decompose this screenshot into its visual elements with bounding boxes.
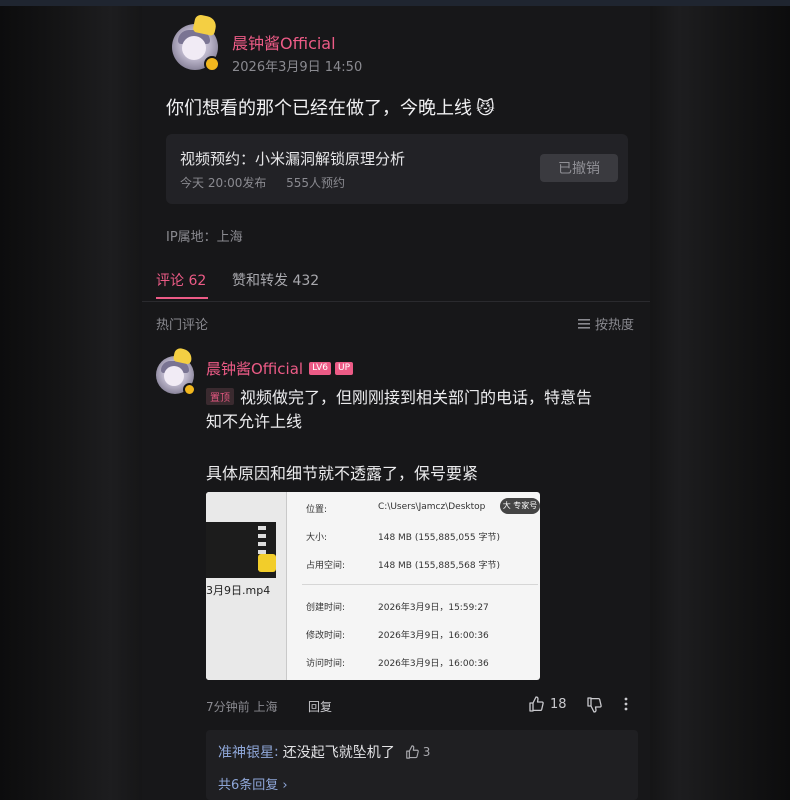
- watermark-text: 大 专家号: [502, 501, 538, 510]
- location-value: C:\Users\Jamcz\Desktop: [378, 502, 486, 512]
- thumbs-up-icon: [528, 696, 544, 712]
- thumbs-down-icon[interactable]: [586, 697, 602, 713]
- modified-label: 修改时间:: [306, 631, 346, 641]
- tab-likes-reposts[interactable]: 赞和转发 432: [232, 270, 319, 290]
- reply-thumbs-up-icon: [405, 745, 419, 759]
- post-text: 你们想看的那个已经在做了，今晚上线: [166, 98, 472, 119]
- post-author-name[interactable]: 晨钟酱Official: [232, 30, 336, 54]
- replies-box[interactable]: 准神银星 : 还没起飞就坠机了 3 共6条回复 ›: [206, 730, 638, 800]
- like-count: 18: [550, 696, 567, 712]
- video-file-icon: [258, 554, 276, 572]
- hot-comments-title: 热门评论: [156, 318, 209, 333]
- sort-lines-icon: [578, 318, 590, 329]
- comment-author-avatar[interactable]: [156, 347, 196, 396]
- created-label: 创建时间:: [306, 603, 346, 613]
- comment-text-line3: 具体原因和细节就不透露了，保号要紧: [206, 464, 479, 483]
- reservation-title: 视频预约：小米漏洞解锁原理分析: [180, 150, 406, 168]
- size-value: 148 MB (155,885,055 字节): [378, 533, 500, 543]
- video-reservation-card[interactable]: 视频预约：小米漏洞解锁原理分析 今天 20:00发布 555人预约 已撤销: [166, 134, 628, 204]
- reservation-meta: 今天 20:00发布 555人预约: [180, 174, 345, 191]
- comment-time-location: 7分钟前 上海: [206, 700, 278, 714]
- reservation-count: 555人预约: [286, 176, 345, 190]
- disk-size-value: 148 MB (155,885,568 字节): [378, 561, 500, 571]
- reply-like-count: 3: [422, 745, 431, 759]
- video-thumbnail-area: 3月9日.mp4: [206, 492, 286, 680]
- like-button[interactable]: 18: [528, 696, 567, 712]
- up-badge: UP: [335, 362, 354, 375]
- active-tab-indicator: [156, 297, 208, 299]
- reservation-time: 今天 20:00发布: [180, 176, 267, 190]
- properties-divider: [302, 584, 538, 585]
- reply-text: 还没起飞就坠机了: [282, 745, 395, 761]
- reply-author[interactable]: 准神银星: [218, 742, 274, 762]
- comment-line-1: 置顶 视频做完了，但刚刚接到相关部门的电话，特意告: [206, 384, 592, 408]
- post-screen: 晨钟酱Official 2026年3月9日 14:50 你们想看的那个已经在做了…: [142, 6, 650, 800]
- sort-by-hot-button[interactable]: 按热度: [578, 314, 634, 333]
- pinned-badge: 置顶: [206, 387, 234, 405]
- disk-size-label: 占用空间:: [306, 561, 346, 571]
- comment-author-name[interactable]: 晨钟酱Official: [206, 358, 303, 379]
- cancelled-button[interactable]: 已撤销: [540, 154, 618, 182]
- more-options-icon[interactable]: [624, 696, 628, 712]
- ip-location: IP属地：上海: [166, 230, 243, 245]
- size-label: 大小:: [306, 533, 328, 543]
- post-date: 2026年3月9日 14:50: [232, 60, 363, 75]
- author-avatar[interactable]: [172, 13, 220, 72]
- tabs-divider: [142, 301, 650, 302]
- sort-label: 按热度: [595, 318, 635, 333]
- modified-value: 2026年3月9日，16:00:36: [378, 631, 489, 641]
- panel-separator: [286, 492, 287, 680]
- file-properties-image[interactable]: 3月9日.mp4 位置: C:\Users\Jamcz\Desktop 大 专家…: [206, 492, 540, 680]
- created-value: 2026年3月9日，15:59:27: [378, 603, 489, 613]
- level-badge: LV6: [309, 362, 332, 375]
- location-label: 位置:: [306, 505, 328, 515]
- post-content: 你们想看的那个已经在做了，今晚上线 😼: [166, 94, 495, 120]
- video-filename: 3月9日.mp4: [206, 584, 271, 597]
- comment-text-line2: 知不允许上线: [206, 412, 303, 431]
- reply-button[interactable]: 回复: [308, 698, 332, 715]
- comment-text-line1: 视频做完了，但刚刚接到相关部门的电话，特意告: [240, 388, 593, 407]
- tab-comments[interactable]: 评论 62: [156, 270, 206, 290]
- watermark-badge: 大 专家号: [500, 498, 540, 514]
- accessed-label: 访问时间:: [306, 659, 346, 669]
- view-more-replies-link[interactable]: 共6条回复 ›: [218, 774, 288, 793]
- cat-emoji-icon: 😼: [476, 98, 495, 119]
- reply-like[interactable]: 3: [405, 745, 431, 759]
- accessed-value: 2026年3月9日，16:00:36: [378, 659, 489, 669]
- comment-author-row: 晨钟酱Official LV6 UP: [206, 358, 354, 379]
- reply-row: 准神银星 : 还没起飞就坠机了 3: [218, 742, 431, 762]
